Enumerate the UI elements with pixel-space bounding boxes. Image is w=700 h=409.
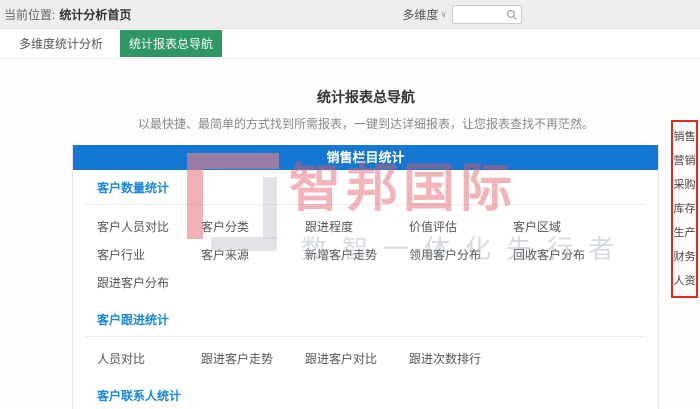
report-link[interactable]: 客户人员对比 xyxy=(97,218,201,235)
category-side-nav: 销售营销采购库存生产财务人资 xyxy=(671,120,698,298)
topbar: 当前位置: 统计分析首页 多维度 ∨ xyxy=(0,0,700,29)
sales-stats-panel: 销售栏目统计 客户数量统计 客户人员对比客户分类跟进程度价值评估客户区域客户行业… xyxy=(72,145,659,409)
report-link[interactable]: 客户区域 xyxy=(513,218,617,235)
report-link[interactable]: 跟进客户走势 xyxy=(201,350,305,367)
breadcrumb-value: 统计分析首页 xyxy=(59,8,131,22)
report-link[interactable]: 跟进客户对比 xyxy=(305,350,409,367)
scope-label: 多维度 xyxy=(402,6,438,23)
breadcrumb-label: 当前位置: xyxy=(4,8,55,22)
page-title: 统计报表总导航 xyxy=(72,59,660,107)
tab-multidimension-analysis[interactable]: 多维度统计分析 xyxy=(10,30,112,57)
report-link[interactable]: 回收客户分布 xyxy=(513,246,617,263)
search-icon[interactable] xyxy=(506,9,518,21)
side-nav-item[interactable]: 生产 xyxy=(673,221,696,245)
report-link[interactable]: 跟进客户分布 xyxy=(97,274,201,291)
report-link[interactable]: 新增客户走势 xyxy=(305,246,409,263)
report-link[interactable]: 客户行业 xyxy=(97,246,201,263)
breadcrumb: 当前位置: 统计分析首页 xyxy=(0,6,131,23)
report-link-list: 客户人员对比客户分类跟进程度价值评估客户区域客户行业客户来源新增客户走势领用客户… xyxy=(73,205,658,302)
report-link[interactable]: 跟进次数排行 xyxy=(409,350,513,367)
side-nav-item[interactable]: 营销 xyxy=(673,149,696,173)
tab-report-navigation[interactable]: 统计报表总导航 xyxy=(120,30,222,57)
report-link[interactable]: 价值评估 xyxy=(409,218,513,235)
panel-header: 销售栏目统计 xyxy=(73,145,658,170)
scope-dropdown[interactable]: 多维度 ∨ xyxy=(402,6,447,23)
side-nav-item[interactable]: 销售 xyxy=(673,125,696,149)
section-customer-quantity: 客户数量统计 客户人员对比客户分类跟进程度价值评估客户区域客户行业客户来源新增客… xyxy=(73,179,658,302)
page-subtitle: 以最快捷、最简单的方式找到所需报表，一键到达详细报表，让您报表查找不再茫然。 xyxy=(72,115,660,132)
report-link-list: 人员对比跟进客户走势跟进客户对比跟进次数排行 xyxy=(73,337,658,378)
report-link[interactable]: 领用客户分布 xyxy=(409,246,513,263)
chevron-down-icon: ∨ xyxy=(440,10,447,19)
report-link[interactable]: 客户分类 xyxy=(201,218,305,235)
side-nav-item[interactable]: 采购 xyxy=(673,173,696,197)
report-link[interactable]: 跟进程度 xyxy=(305,218,409,235)
side-nav-item[interactable]: 人资 xyxy=(673,269,696,293)
section-title[interactable]: 客户数量统计 xyxy=(97,179,658,196)
main-content: 统计报表总导航 以最快捷、最简单的方式找到所需报表，一键到达详细报表，让您报表查… xyxy=(0,59,700,408)
search-box xyxy=(452,5,522,24)
page: 当前位置: 统计分析首页 多维度 ∨ 多维度统计分析 统计报表总导航 统计报表总导… xyxy=(0,0,700,409)
report-link[interactable]: 客户来源 xyxy=(201,246,305,263)
topbar-right: 多维度 ∨ xyxy=(402,0,522,29)
section-customer-contacts: 客户联系人统计 联系人区域分布联系人行业分布性别分布 xyxy=(73,387,658,409)
section-title[interactable]: 客户跟进统计 xyxy=(97,311,658,328)
section-title[interactable]: 客户联系人统计 xyxy=(97,387,658,404)
tab-bar: 多维度统计分析 统计报表总导航 xyxy=(0,29,700,59)
side-nav-item[interactable]: 财务 xyxy=(673,245,696,269)
side-nav-item[interactable]: 库存 xyxy=(673,197,696,221)
report-link[interactable]: 人员对比 xyxy=(97,350,201,367)
section-customer-followup: 客户跟进统计 人员对比跟进客户走势跟进客户对比跟进次数排行 xyxy=(73,311,658,378)
